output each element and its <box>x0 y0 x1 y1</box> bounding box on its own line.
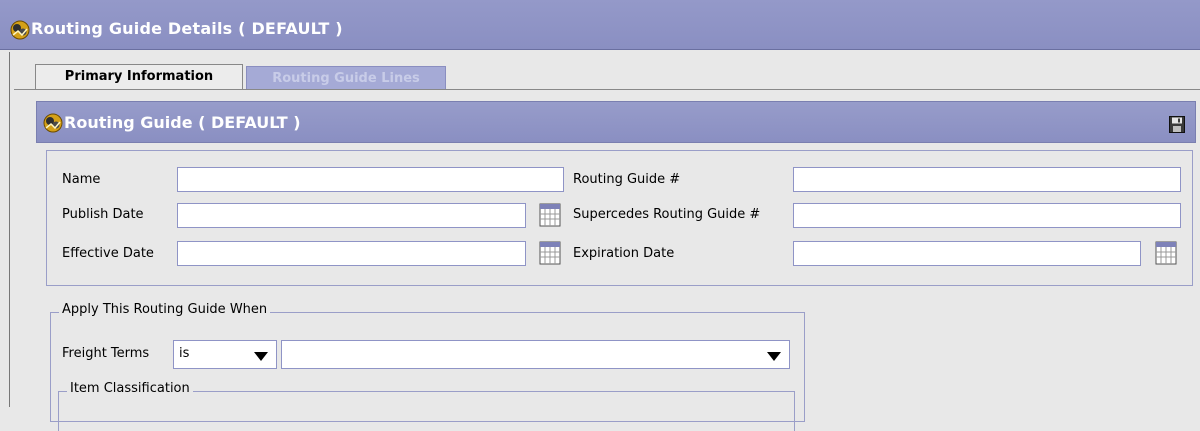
calendar-icon[interactable] <box>539 203 561 227</box>
panel-title: Routing Guide ( DEFAULT ) <box>64 113 301 132</box>
publish-date-input[interactable] <box>177 203 526 228</box>
supercedes-input[interactable] <box>793 203 1181 228</box>
routing-guide-icon <box>10 20 30 40</box>
calendar-icon[interactable] <box>539 241 561 265</box>
freight-terms-value-select[interactable] <box>281 340 790 369</box>
save-icon[interactable] <box>1169 116 1185 133</box>
tab-divider <box>14 89 1200 90</box>
window-title-bar: Routing Guide Details ( DEFAULT ) <box>0 0 1200 50</box>
item-classification-box <box>58 391 795 431</box>
publish-date-label: Publish Date <box>62 207 144 222</box>
expiration-date-input[interactable] <box>793 241 1141 266</box>
panel-header: Routing Guide ( DEFAULT ) <box>36 101 1196 143</box>
routing-guide-number-input[interactable] <box>793 167 1181 192</box>
expiration-date-label: Expiration Date <box>573 246 675 261</box>
chevron-down-icon <box>767 352 781 361</box>
tab-primary-information[interactable]: Primary Information <box>35 64 243 90</box>
calendar-icon[interactable] <box>1155 241 1177 265</box>
apply-group-legend: Apply This Routing Guide When <box>59 302 271 317</box>
effective-date-label: Effective Date <box>62 246 154 261</box>
chevron-down-icon <box>254 352 268 361</box>
freight-terms-operator-select[interactable]: is <box>173 340 277 369</box>
effective-date-input[interactable] <box>177 241 526 266</box>
window-title: Routing Guide Details ( DEFAULT ) <box>31 19 343 38</box>
supercedes-label: Supercedes Routing Guide # <box>573 207 761 222</box>
freight-terms-operator-value: is <box>179 346 190 361</box>
routing-guide-number-label: Routing Guide # <box>573 172 681 187</box>
name-input[interactable] <box>177 167 564 192</box>
name-label: Name <box>62 172 101 187</box>
tab-routing-guide-lines[interactable]: Routing Guide Lines <box>246 66 446 90</box>
freight-terms-label: Freight Terms <box>62 346 150 361</box>
item-classification-legend: Item Classification <box>67 381 193 396</box>
routing-guide-icon <box>43 113 63 133</box>
